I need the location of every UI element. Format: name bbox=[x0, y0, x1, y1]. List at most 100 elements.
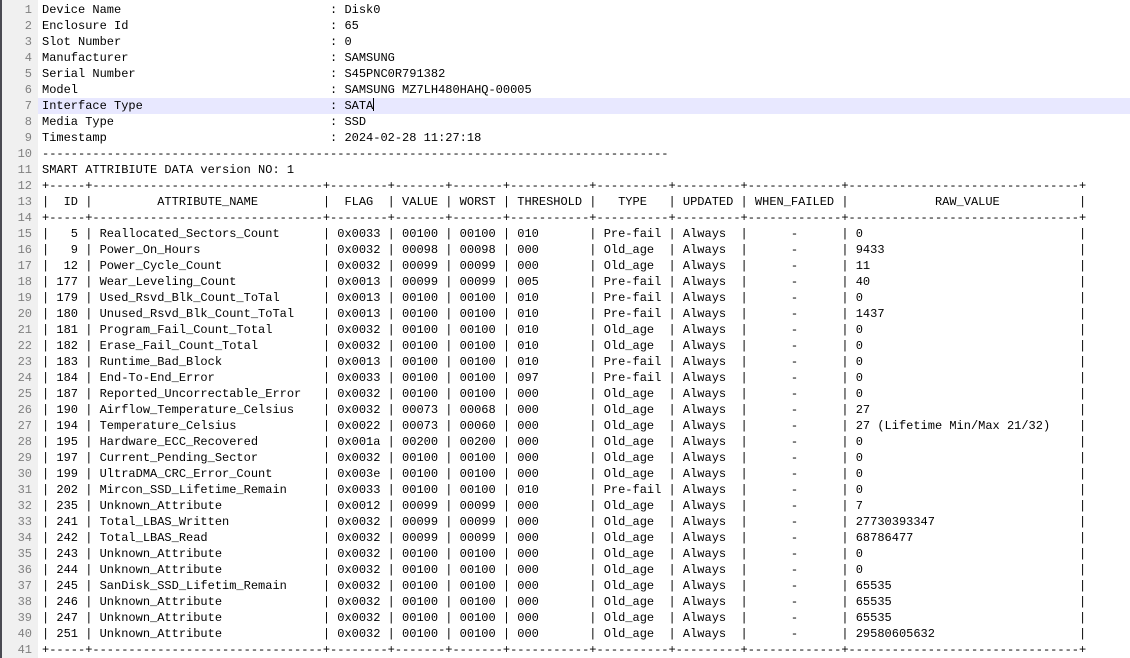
line-text: Device Name : Disk0 bbox=[38, 2, 1130, 18]
line-text: Interface Type : SATA bbox=[38, 98, 1130, 114]
editor-line[interactable]: 26| 190 | Airflow_Temperature_Celsius | … bbox=[2, 402, 1130, 418]
line-number[interactable]: 35 bbox=[2, 546, 38, 562]
editor-line[interactable]: 27| 194 | Temperature_Celsius | 0x0022 |… bbox=[2, 418, 1130, 434]
line-text: +-----+--------------------------------+… bbox=[38, 642, 1130, 658]
line-number[interactable]: 21 bbox=[2, 322, 38, 338]
line-number[interactable]: 2 bbox=[2, 18, 38, 34]
line-number[interactable]: 31 bbox=[2, 482, 38, 498]
editor-line[interactable]: 8Media Type : SSD bbox=[2, 114, 1130, 130]
editor-line[interactable]: 16| 9 | Power_On_Hours | 0x0032 | 00098 … bbox=[2, 242, 1130, 258]
editor-line[interactable]: 29| 197 | Current_Pending_Sector | 0x003… bbox=[2, 450, 1130, 466]
editor-content[interactable]: 1Device Name : Disk02Enclosure Id : 653S… bbox=[2, 0, 1130, 658]
editor-line[interactable]: 35| 243 | Unknown_Attribute | 0x0032 | 0… bbox=[2, 546, 1130, 562]
line-number[interactable]: 41 bbox=[2, 642, 38, 658]
line-text: +-----+--------------------------------+… bbox=[38, 210, 1130, 226]
line-number[interactable]: 12 bbox=[2, 178, 38, 194]
editor-line[interactable]: 32| 235 | Unknown_Attribute | 0x0012 | 0… bbox=[2, 498, 1130, 514]
line-text: | 241 | Total_LBAS_Written | 0x0032 | 00… bbox=[38, 514, 1130, 530]
editor-line[interactable]: 1Device Name : Disk0 bbox=[2, 2, 1130, 18]
line-number[interactable]: 17 bbox=[2, 258, 38, 274]
editor-line[interactable]: 41+-----+-------------------------------… bbox=[2, 642, 1130, 658]
editor-line[interactable]: 40| 251 | Unknown_Attribute | 0x0032 | 0… bbox=[2, 626, 1130, 642]
editor-line[interactable]: 31| 202 | Mircon_SSD_Lifetime_Remain | 0… bbox=[2, 482, 1130, 498]
editor-line[interactable]: 15| 5 | Reallocated_Sectors_Count | 0x00… bbox=[2, 226, 1130, 242]
line-number[interactable]: 34 bbox=[2, 530, 38, 546]
line-number[interactable]: 6 bbox=[2, 82, 38, 98]
line-number[interactable]: 19 bbox=[2, 290, 38, 306]
editor-line[interactable]: 18| 177 | Wear_Leveling_Count | 0x0013 |… bbox=[2, 274, 1130, 290]
editor-line[interactable]: 2Enclosure Id : 65 bbox=[2, 18, 1130, 34]
editor-line[interactable]: 24| 184 | End-To-End_Error | 0x0033 | 00… bbox=[2, 370, 1130, 386]
editor-line[interactable]: 37| 245 | SanDisk_SSD_Lifetim_Remain | 0… bbox=[2, 578, 1130, 594]
line-number[interactable]: 8 bbox=[2, 114, 38, 130]
editor-line[interactable]: 22| 182 | Erase_Fail_Count_Total | 0x003… bbox=[2, 338, 1130, 354]
editor-line[interactable]: 23| 183 | Runtime_Bad_Block | 0x0013 | 0… bbox=[2, 354, 1130, 370]
line-number[interactable]: 13 bbox=[2, 194, 38, 210]
line-text: Manufacturer : SAMSUNG bbox=[38, 50, 1130, 66]
editor-line[interactable]: 36| 244 | Unknown_Attribute | 0x0032 | 0… bbox=[2, 562, 1130, 578]
editor-line[interactable]: 20| 180 | Unused_Rsvd_Blk_Count_ToTal | … bbox=[2, 306, 1130, 322]
line-text: | 181 | Program_Fail_Count_Total | 0x003… bbox=[38, 322, 1130, 338]
line-text: | ID | ATTRIBUTE_NAME | FLAG | VALUE | W… bbox=[38, 194, 1130, 210]
line-text: +-----+--------------------------------+… bbox=[38, 178, 1130, 194]
line-text: | 12 | Power_Cycle_Count | 0x0032 | 0009… bbox=[38, 258, 1130, 274]
editor-line[interactable]: 28| 195 | Hardware_ECC_Recovered | 0x001… bbox=[2, 434, 1130, 450]
editor-line[interactable]: 25| 187 | Reported_Uncorrectable_Error |… bbox=[2, 386, 1130, 402]
line-number[interactable]: 22 bbox=[2, 338, 38, 354]
editor-line[interactable]: 34| 242 | Total_LBAS_Read | 0x0032 | 000… bbox=[2, 530, 1130, 546]
editor-line[interactable]: 17| 12 | Power_Cycle_Count | 0x0032 | 00… bbox=[2, 258, 1130, 274]
editor-line[interactable]: 13| ID | ATTRIBUTE_NAME | FLAG | VALUE |… bbox=[2, 194, 1130, 210]
editor-line[interactable]: 12+-----+-------------------------------… bbox=[2, 178, 1130, 194]
line-number[interactable]: 38 bbox=[2, 594, 38, 610]
line-number[interactable]: 9 bbox=[2, 130, 38, 146]
editor-line[interactable]: 38| 246 | Unknown_Attribute | 0x0032 | 0… bbox=[2, 594, 1130, 610]
line-text: Timestamp : 2024-02-28 11:27:18 bbox=[38, 130, 1130, 146]
line-number[interactable]: 15 bbox=[2, 226, 38, 242]
line-text: SMART ATTRIBIUTE DATA version NO: 1 bbox=[38, 162, 1130, 178]
editor-line[interactable]: 10--------------------------------------… bbox=[2, 146, 1130, 162]
line-text: | 245 | SanDisk_SSD_Lifetim_Remain | 0x0… bbox=[38, 578, 1130, 594]
line-text: Media Type : SSD bbox=[38, 114, 1130, 130]
line-number[interactable]: 14 bbox=[2, 210, 38, 226]
editor-line[interactable]: 14+-----+-------------------------------… bbox=[2, 210, 1130, 226]
line-number[interactable]: 33 bbox=[2, 514, 38, 530]
editor-line[interactable]: 30| 199 | UltraDMA_CRC_Error_Count | 0x0… bbox=[2, 466, 1130, 482]
editor-line[interactable]: 39| 247 | Unknown_Attribute | 0x0032 | 0… bbox=[2, 610, 1130, 626]
line-number[interactable]: 25 bbox=[2, 386, 38, 402]
line-number[interactable]: 32 bbox=[2, 498, 38, 514]
editor-line[interactable]: 19| 179 | Used_Rsvd_Blk_Count_ToTal | 0x… bbox=[2, 290, 1130, 306]
line-text: | 184 | End-To-End_Error | 0x0033 | 0010… bbox=[38, 370, 1130, 386]
line-number[interactable]: 40 bbox=[2, 626, 38, 642]
editor-line[interactable]: 33| 241 | Total_LBAS_Written | 0x0032 | … bbox=[2, 514, 1130, 530]
line-number[interactable]: 39 bbox=[2, 610, 38, 626]
line-number[interactable]: 7 bbox=[2, 98, 38, 114]
line-number[interactable]: 24 bbox=[2, 370, 38, 386]
editor-line[interactable]: 7Interface Type : SATA bbox=[2, 98, 1130, 114]
editor-line[interactable]: 21| 181 | Program_Fail_Count_Total | 0x0… bbox=[2, 322, 1130, 338]
editor-line[interactable]: 5Serial Number : S45PNC0R791382 bbox=[2, 66, 1130, 82]
line-text: | 242 | Total_LBAS_Read | 0x0032 | 00099… bbox=[38, 530, 1130, 546]
line-number[interactable]: 4 bbox=[2, 50, 38, 66]
editor-line[interactable]: 6Model : SAMSUNG MZ7LH480HAHQ-00005 bbox=[2, 82, 1130, 98]
editor-line[interactable]: 3Slot Number : 0 bbox=[2, 34, 1130, 50]
line-number[interactable]: 5 bbox=[2, 66, 38, 82]
line-number[interactable]: 11 bbox=[2, 162, 38, 178]
editor-line[interactable]: 11SMART ATTRIBIUTE DATA version NO: 1 bbox=[2, 162, 1130, 178]
editor-line[interactable]: 4Manufacturer : SAMSUNG bbox=[2, 50, 1130, 66]
line-number[interactable]: 1 bbox=[2, 2, 38, 18]
line-text: | 187 | Reported_Uncorrectable_Error | 0… bbox=[38, 386, 1130, 402]
editor-line[interactable]: 9Timestamp : 2024-02-28 11:27:18 bbox=[2, 130, 1130, 146]
line-number[interactable]: 10 bbox=[2, 146, 38, 162]
line-number[interactable]: 26 bbox=[2, 402, 38, 418]
line-number[interactable]: 28 bbox=[2, 434, 38, 450]
line-number[interactable]: 16 bbox=[2, 242, 38, 258]
line-number[interactable]: 20 bbox=[2, 306, 38, 322]
line-number[interactable]: 3 bbox=[2, 34, 38, 50]
line-number[interactable]: 29 bbox=[2, 450, 38, 466]
line-number[interactable]: 37 bbox=[2, 578, 38, 594]
line-number[interactable]: 27 bbox=[2, 418, 38, 434]
line-number[interactable]: 23 bbox=[2, 354, 38, 370]
line-number[interactable]: 36 bbox=[2, 562, 38, 578]
line-number[interactable]: 18 bbox=[2, 274, 38, 290]
line-number[interactable]: 30 bbox=[2, 466, 38, 482]
